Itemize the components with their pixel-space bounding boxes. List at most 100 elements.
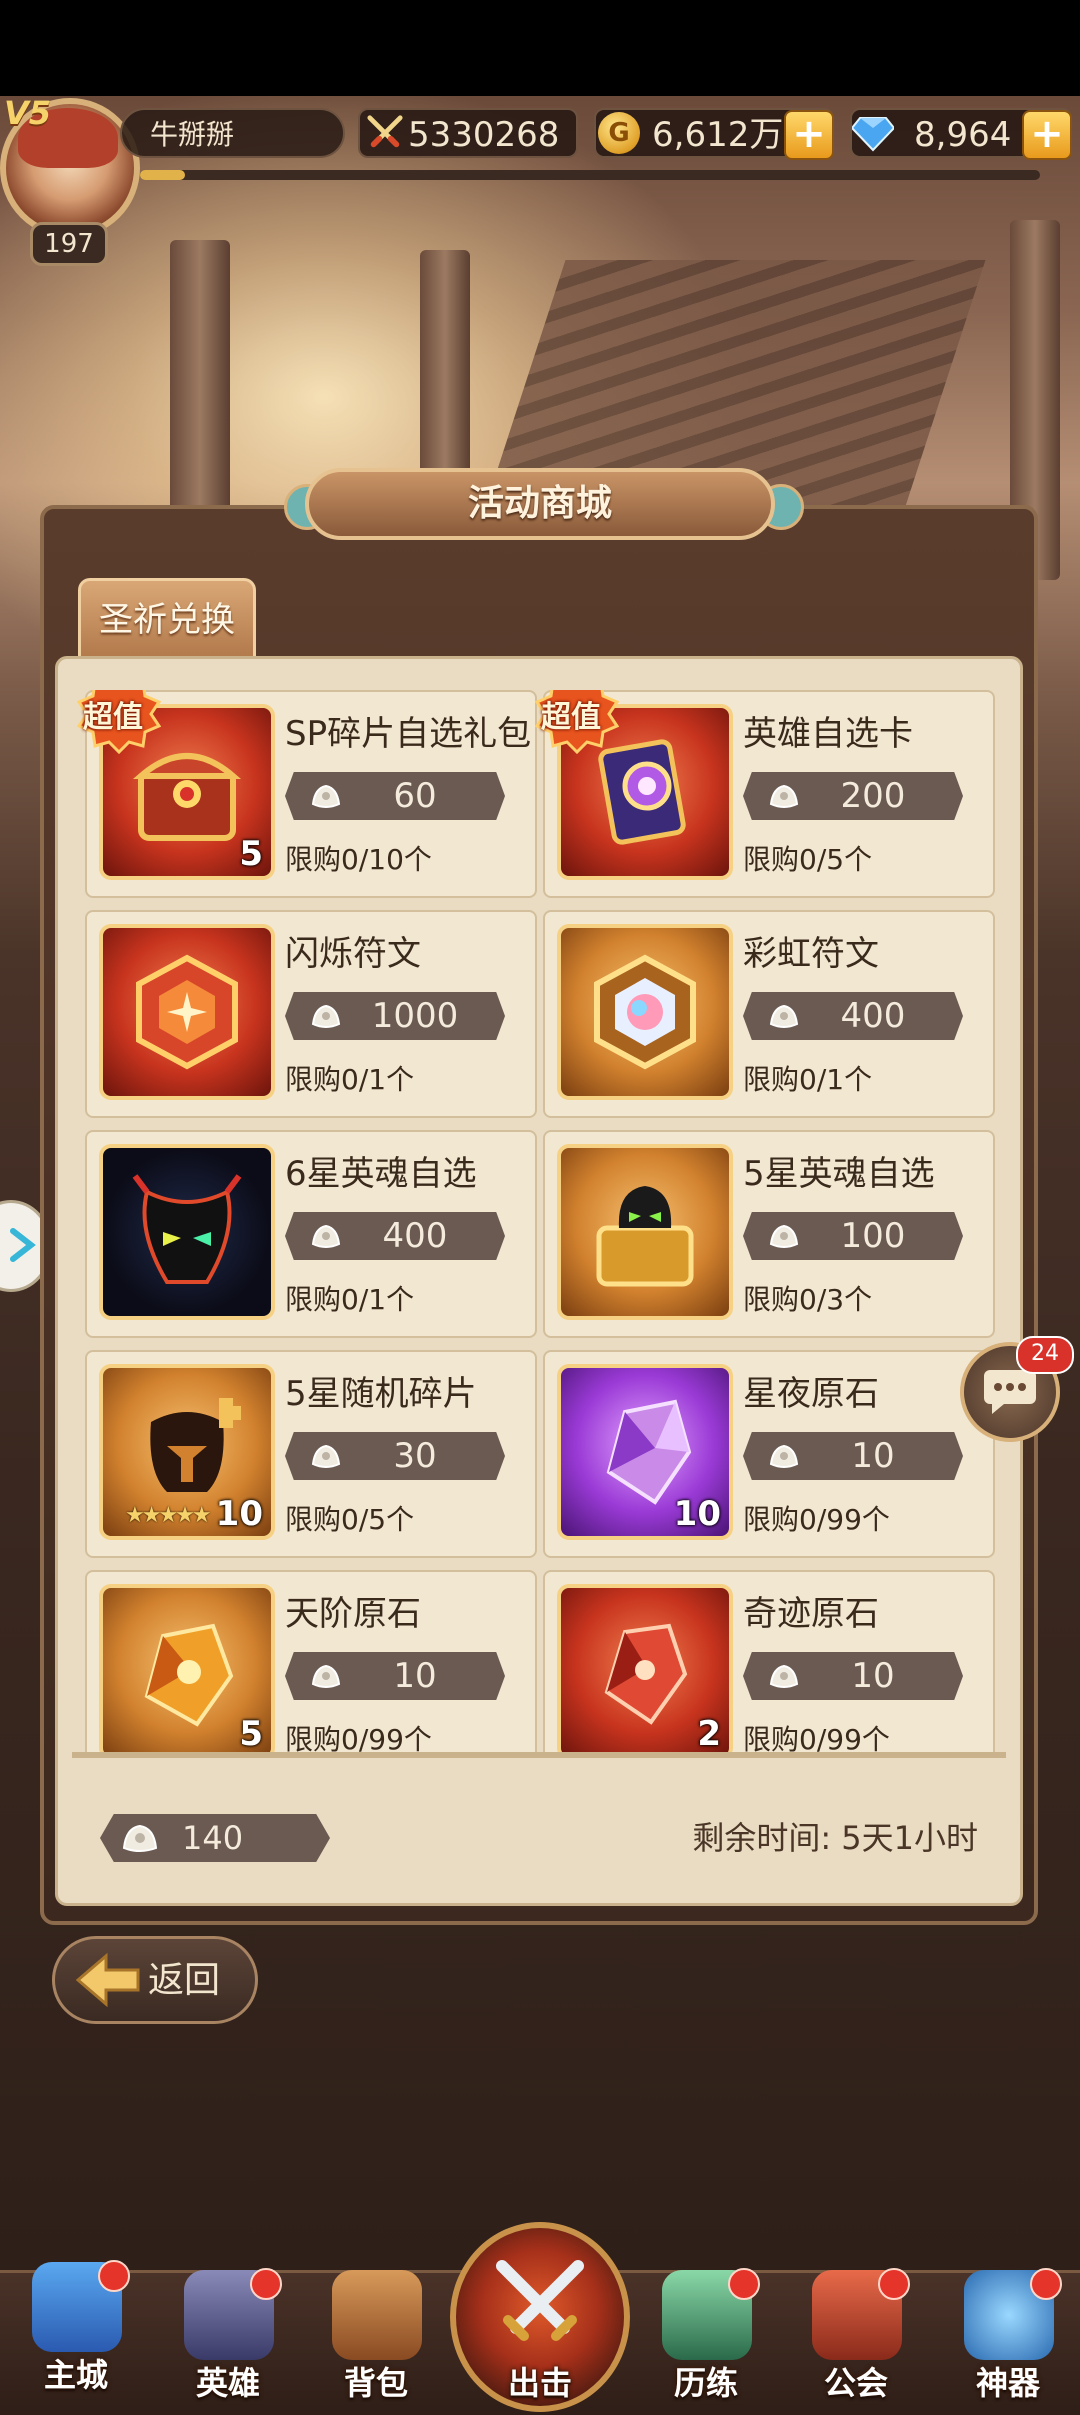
item-icon-frame: ★★★★★ 10 xyxy=(99,1364,275,1540)
experience-bar xyxy=(140,170,1040,180)
blessing-currency-icon xyxy=(122,1824,158,1852)
hero-soul-mask-icon xyxy=(132,1174,242,1284)
star-rating: ★★★★★ xyxy=(125,1503,212,1528)
item-name: 5星随机碎片 xyxy=(285,1374,477,1414)
backpack-icon xyxy=(332,2270,422,2360)
player-name[interactable]: 牛掰掰 xyxy=(120,108,345,158)
purchase-limit: 限购0/1个 xyxy=(285,1063,415,1096)
item-icon-frame: 2 xyxy=(557,1584,733,1758)
item-count: 2 xyxy=(697,1714,721,1754)
gold-coin-icon: G xyxy=(598,112,640,154)
item-count: 10 xyxy=(215,1494,263,1534)
shop-item-card[interactable]: 5 天阶原石 10 限购0/99个 xyxy=(85,1570,537,1758)
value-badge: 超值 xyxy=(541,700,601,735)
item-icon-frame: 5 xyxy=(99,1584,275,1758)
item-count: 5 xyxy=(239,834,263,874)
purchase-limit: 限购0/5个 xyxy=(285,1503,415,1536)
item-name: 天阶原石 xyxy=(285,1594,421,1634)
shop-item-card[interactable]: 彩虹符文 400 限购0/1个 xyxy=(543,910,995,1118)
celestial-ore-crystal-icon xyxy=(144,1623,234,1727)
nav-label: 主城 xyxy=(43,2356,108,2394)
purchase-limit: 限购0/3个 xyxy=(743,1283,873,1316)
blessing-currency-icon xyxy=(311,1664,341,1688)
gem-icon xyxy=(852,117,894,152)
shop-title: 活动商城 xyxy=(305,468,775,540)
sparkle-rune-icon xyxy=(136,954,238,1070)
rainbow-rune-icon xyxy=(594,954,696,1070)
nav-label: 神器 xyxy=(975,2364,1040,2402)
purchase-limit: 限购0/1个 xyxy=(743,1063,873,1096)
item-name: 星夜原石 xyxy=(743,1374,879,1414)
add-gold-button[interactable]: + xyxy=(784,110,834,160)
system-status-bar xyxy=(0,0,1080,96)
grid-divider xyxy=(72,1752,1006,1758)
chat-unread-badge: 24 xyxy=(1016,1336,1074,1374)
purchase-limit: 限购0/99个 xyxy=(743,1503,890,1536)
purchase-limit: 限购0/1个 xyxy=(285,1283,415,1316)
nav-guild[interactable]: 公会 xyxy=(796,2262,916,2412)
nav-backpack[interactable]: 背包 xyxy=(316,2262,436,2412)
blessing-currency-icon xyxy=(311,1224,341,1248)
blessing-currency-icon xyxy=(311,1004,341,1028)
nav-heroes[interactable]: 英雄 xyxy=(168,2262,288,2412)
item-name: 彩虹符文 xyxy=(743,934,879,974)
purchase-limit: 限购0/10个 xyxy=(285,843,432,876)
blessing-currency-icon xyxy=(769,1004,799,1028)
item-name: SP碎片自选礼包 xyxy=(285,714,532,754)
add-gems-button[interactable]: + xyxy=(1022,110,1072,160)
blessing-currency-icon xyxy=(769,1224,799,1248)
item-name: 奇迹原石 xyxy=(743,1594,879,1634)
nav-label: 背包 xyxy=(343,2364,408,2402)
blessing-currency-icon xyxy=(311,1444,341,1468)
shop-item-card[interactable]: 闪烁符文 1000 限购0/1个 xyxy=(85,910,537,1118)
shop-item-card[interactable]: 超值 英雄自选卡 200 限购0/5个 xyxy=(535,690,995,898)
miracle-ore-crystal-icon xyxy=(604,1623,688,1725)
nav-label: 英雄 xyxy=(195,2364,260,2402)
blessing-currency-icon xyxy=(769,1444,799,1468)
item-icon-frame xyxy=(99,1144,275,1320)
shop-item-grid[interactable]: 5 超值 SP碎片自选礼包 60 限购0/10个 超值 英雄自选卡 200 限购… xyxy=(75,690,1003,1758)
power-swords-icon xyxy=(367,115,403,148)
item-icon-frame: 10 xyxy=(557,1364,733,1540)
shop-item-card[interactable]: 5 超值 SP碎片自选礼包 60 限购0/10个 xyxy=(77,690,537,898)
item-name: 闪烁符文 xyxy=(285,934,421,974)
value-badge: 超值 xyxy=(83,700,143,735)
item-count: 5 xyxy=(239,1714,263,1754)
purchase-limit: 限购0/5个 xyxy=(743,843,873,876)
notification-dot xyxy=(1030,2268,1062,2300)
nav-training[interactable]: 历练 xyxy=(646,2262,766,2412)
nav-attack[interactable]: 出击 xyxy=(480,2262,600,2412)
chat-icon xyxy=(984,1370,1036,1414)
nav-main-city[interactable]: 主城 xyxy=(16,2254,136,2404)
shop-item-card[interactable]: 2 奇迹原石 10 限购0/99个 xyxy=(543,1570,995,1758)
item-name: 6星英魂自选 xyxy=(285,1154,477,1194)
blessing-currency-icon xyxy=(311,784,341,808)
soul-chest-icon xyxy=(596,1186,694,1287)
player-level-badge: 197 xyxy=(30,222,108,266)
item-icon-frame xyxy=(557,1144,733,1320)
tab-blessing-exchange[interactable]: 圣祈兑换 xyxy=(78,578,256,656)
item-count: 10 xyxy=(673,1494,721,1534)
notification-dot xyxy=(878,2268,910,2300)
shop-item-card[interactable]: 5星英魂自选 100 限购0/3个 xyxy=(543,1130,995,1338)
nav-artifact[interactable]: 神器 xyxy=(948,2262,1068,2412)
remaining-time: 剩余时间: 5天1小时 xyxy=(692,1819,978,1857)
notification-dot xyxy=(250,2268,282,2300)
chevron-right-icon xyxy=(10,1228,36,1262)
item-icon-frame xyxy=(99,924,275,1100)
item-name: 英雄自选卡 xyxy=(743,714,913,754)
vip-level: V5 xyxy=(4,94,52,132)
shop-item-card[interactable]: 10 星夜原石 10 限购0/99个 xyxy=(543,1350,995,1558)
back-label: 返回 xyxy=(148,1960,221,2001)
back-arrow-icon xyxy=(76,1952,140,2008)
shop-item-card[interactable]: 6星英魂自选 400 限购0/1个 xyxy=(85,1130,537,1338)
notification-dot xyxy=(728,2268,760,2300)
nav-label: 出击 xyxy=(507,2364,572,2402)
notification-dot xyxy=(98,2260,130,2292)
item-name: 5星英魂自选 xyxy=(743,1154,935,1194)
nav-label: 历练 xyxy=(673,2364,738,2402)
shop-item-card[interactable]: ★★★★★ 10 5星随机碎片 30 限购0/5个 xyxy=(85,1350,537,1558)
nav-label: 公会 xyxy=(823,2364,888,2402)
blessing-currency-icon xyxy=(769,1664,799,1688)
item-icon-frame xyxy=(557,924,733,1100)
